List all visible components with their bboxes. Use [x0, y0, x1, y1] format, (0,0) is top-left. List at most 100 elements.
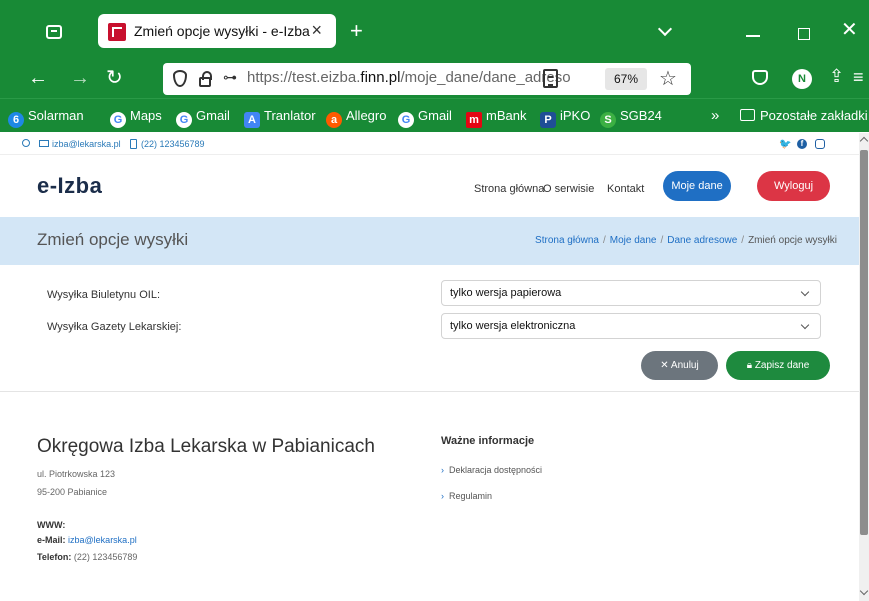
bookmark-item[interactable]: 6 Solarman [8, 106, 84, 128]
zoom-level-badge[interactable]: 67% [605, 68, 647, 90]
browser-navbar: ← → ↻ ⊶ https://test.eizba.finn.pl/moje_… [0, 60, 869, 98]
browser-tab-active[interactable]: Zmień opcje wysyłki - e-Izba × [98, 14, 336, 48]
bookmark-item[interactable]: PiPKO [540, 106, 590, 128]
bookmark-item[interactable]: S SGB24 [600, 106, 662, 128]
pocket-icon[interactable] [752, 70, 768, 85]
url-text[interactable]: https://test.eizba.finn.pl/moje_dane/dan… [247, 69, 577, 86]
page-scrollbar[interactable] [859, 133, 869, 601]
extensions-icon[interactable]: ⇪ [829, 66, 844, 87]
lock-icon: 🔒︎ [746, 360, 755, 371]
site-header: e-Izba Strona główna O serwisie Kontakt … [0, 155, 859, 217]
important-info-heading: Ważne informacje [441, 435, 535, 447]
bulletin-select-value: tylko wersja papierowa [450, 287, 562, 299]
chevron-down-icon [800, 320, 810, 330]
facebook-icon[interactable]: f [797, 139, 807, 149]
chevron-right-icon: › [441, 491, 444, 501]
breadcrumb-home[interactable]: Strona główna [535, 235, 599, 246]
bookmark-item[interactable]: A Tranlator [244, 106, 316, 128]
footer-email: e-Mail: izba@lekarska.pl [37, 535, 137, 545]
breadcrumb: Strona główna / Moje dane / Dane adresowe / Zm… [535, 235, 837, 246]
other-bookmarks-folder[interactable]: Pozostałe zakładki [740, 106, 868, 126]
chevron-down-icon[interactable] [657, 21, 673, 37]
google-icon: G [176, 112, 192, 128]
bookmark-item[interactable]: G Gmail [398, 106, 452, 128]
page-title: Zmień opcje wysyłki [37, 230, 189, 249]
scroll-up-icon[interactable] [859, 136, 869, 146]
instagram-icon[interactable] [815, 139, 825, 149]
bulletin-label: Wysyłka Biuletynu OIL: [47, 289, 160, 301]
logout-button[interactable]: Wyloguj [757, 171, 830, 201]
accessibility-declaration-link[interactable]: › Deklaracja dostępności [441, 465, 542, 475]
browser-titlebar: Zmień opcje wysyłki - e-Izba × + ✕ [0, 0, 869, 60]
terms-link[interactable]: › Regulamin [441, 491, 492, 501]
bookmarks-bar: 6 Solarman G Maps G Gmail A Tranlator a Alleg… [0, 98, 869, 132]
footer-email-link[interactable]: izba@lekarska.pl [68, 535, 137, 545]
phone-icon [130, 139, 137, 149]
window-close-icon[interactable]: ✕ [841, 20, 858, 40]
footer-phone: Telefon: (22) 123456789 [37, 552, 138, 562]
nav-home-link[interactable]: Strona główna [474, 183, 544, 195]
translate-icon: A [244, 112, 260, 128]
chevron-down-icon [800, 287, 810, 297]
contact-topbar: izba@lekarska.pl (22) 123456789 🐦 f [0, 133, 859, 155]
save-button[interactable]: 🔒︎ Zapisz dane [726, 351, 830, 380]
site-logo[interactable]: e-Izba [37, 173, 102, 199]
nav-contact-link[interactable]: Kontakt [607, 183, 644, 195]
favicon-icon [108, 23, 126, 41]
pko-icon: P [540, 112, 556, 128]
google-icon: G [110, 112, 126, 128]
nav-about-link[interactable]: O serwisie [543, 183, 594, 195]
section-divider [0, 391, 859, 392]
new-tab-button[interactable]: + [350, 20, 363, 42]
my-data-button[interactable]: Moje dane [663, 171, 731, 201]
solarman-icon: 6 [8, 112, 24, 128]
page-viewport: izba@lekarska.pl (22) 123456789 🐦 f e-Iz… [0, 133, 859, 601]
bookmark-item[interactable]: G Gmail [176, 106, 230, 128]
lock-icon[interactable] [199, 71, 212, 87]
address-line: ul. Piotrkowska 123 [37, 469, 116, 479]
bookmark-item[interactable]: G Maps [110, 106, 162, 128]
tab-close-icon[interactable]: × [311, 20, 322, 40]
maximize-icon[interactable] [798, 28, 810, 40]
scrollbar-thumb[interactable] [860, 150, 868, 535]
minimize-icon[interactable] [746, 35, 760, 37]
hamburger-menu-icon[interactable]: ≡ [853, 67, 864, 88]
forward-arrow-icon[interactable]: → [70, 67, 90, 90]
breadcrumb-address-data[interactable]: Dane adresowe [667, 235, 737, 246]
bulletin-select[interactable]: tylko wersja papierowa [441, 280, 821, 306]
envelope-icon [39, 140, 49, 147]
url-bar[interactable]: ⊶ https://test.eizba.finn.pl/moje_dane/d… [163, 63, 691, 95]
address-line: 95-200 Pabianice [37, 487, 108, 497]
page-title-banner: Zmień opcje wysyłki Strona główna / Moje d… [0, 217, 859, 265]
www-label: WWW: [37, 520, 66, 530]
bookmark-item[interactable]: m mBank [466, 106, 526, 128]
gazette-select[interactable]: tylko wersja elektroniczna [441, 313, 821, 339]
reload-icon[interactable]: ↻ [106, 65, 123, 90]
reader-view-icon[interactable] [543, 69, 558, 88]
tab-title: Zmień opcje wysyłki - e-Izba [134, 23, 310, 39]
topbar-phone[interactable]: (22) 123456789 [141, 139, 205, 149]
scroll-down-icon[interactable] [859, 586, 869, 596]
account-avatar[interactable]: N [792, 69, 812, 89]
shield-icon[interactable] [173, 70, 187, 87]
folder-icon [740, 109, 755, 121]
org-name: Okręgowa Izba Lekarska w Pabianicach [37, 436, 375, 457]
chevron-right-icon: › [441, 465, 444, 475]
chevron-double-right-icon[interactable]: » [711, 106, 719, 126]
back-arrow-icon[interactable]: ← [28, 67, 48, 90]
topbar-email-link[interactable]: izba@lekarska.pl [52, 139, 121, 149]
sgb-icon: S [600, 112, 616, 128]
tab-list-icon[interactable] [46, 25, 62, 39]
gazette-label: Wysyłka Gazety Lekarskiej: [47, 321, 182, 333]
mbank-icon: m [466, 112, 482, 128]
bookmark-star-icon[interactable]: ☆ [659, 66, 677, 91]
twitter-icon[interactable]: 🐦 [779, 139, 791, 150]
link-icon [22, 139, 30, 147]
breadcrumb-my-data[interactable]: Moje dane [610, 235, 657, 246]
allegro-icon: a [326, 112, 342, 128]
bookmark-item[interactable]: a Allegro [326, 106, 386, 128]
gazette-select-value: tylko wersja elektroniczna [450, 320, 576, 332]
permissions-icon[interactable]: ⊶ [223, 69, 237, 86]
breadcrumb-current: Zmień opcje wysyłki [748, 235, 837, 246]
cancel-button[interactable]: ✕ Anuluj [641, 351, 718, 380]
